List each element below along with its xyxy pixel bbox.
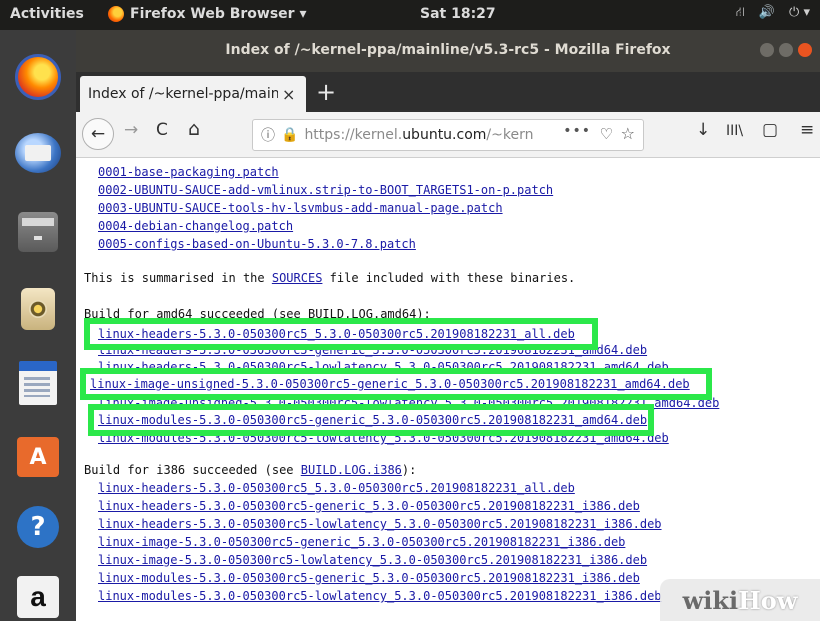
dock-files[interactable]	[13, 207, 63, 257]
tab-active[interactable]: Index of /~kernel-ppa/mainline/v5.3-rc5 …	[80, 76, 306, 112]
power-icon[interactable]: ⏻ ▾	[789, 5, 810, 22]
thunderbird-icon	[15, 133, 61, 173]
libreoffice-writer-icon	[19, 361, 57, 405]
i386-header: Build for i386 succeeded (see BUILD.LOG.…	[84, 463, 417, 477]
close-window-button[interactable]	[798, 43, 812, 57]
menu-icon[interactable]: ≡	[800, 120, 814, 140]
patch-link[interactable]: 0005-configs-based-on-Ubuntu-5.3.0-7.8.p…	[98, 236, 416, 254]
app-menu[interactable]: Firefox Web Browser ▾	[108, 6, 306, 22]
patch-link[interactable]: 0001-base-packaging.patch	[98, 164, 279, 182]
dock-writer[interactable]	[13, 358, 63, 408]
dock-rhythmbox[interactable]	[13, 284, 63, 334]
patch-link[interactable]: 0004-debian-changelog.patch	[98, 218, 293, 236]
window-controls	[760, 43, 812, 57]
highlight-box: linux-modules-5.3.0-050300rc5-generic_5.…	[88, 404, 654, 436]
app-menu-label: Firefox Web Browser ▾	[130, 6, 307, 22]
dock-amazon[interactable]: a	[13, 572, 63, 621]
dock-firefox[interactable]	[13, 52, 63, 102]
i386-file-link[interactable]: linux-headers-5.3.0-050300rc5_5.3.0-0503…	[98, 480, 575, 498]
minimize-button[interactable]	[760, 43, 774, 57]
i386-file-link[interactable]: linux-modules-5.3.0-050300rc5-generic_5.…	[98, 570, 640, 588]
reload-button[interactable]: C	[156, 120, 168, 140]
url-bar[interactable]: ⓘ 🔒 https://kernel.ubuntu.com/~kern ••• …	[252, 119, 644, 151]
build-log-i386-link[interactable]: BUILD.LOG.i386	[301, 463, 402, 477]
patch-link[interactable]: 0003-UBUNTU-SAUCE-tools-hv-lsvmbus-add-m…	[98, 200, 503, 218]
library-icon[interactable]: III\	[726, 123, 743, 139]
tab-strip: Index of /~kernel-ppa/mainline/v5.3-rc5 …	[76, 72, 820, 112]
tab-close-icon[interactable]: ×	[282, 85, 295, 104]
clock[interactable]: Sat 18:27	[420, 6, 496, 22]
pocket-icon[interactable]: ♡	[600, 125, 613, 143]
volume-icon[interactable]: 🔊	[759, 5, 775, 22]
dock-software[interactable]: A	[13, 432, 63, 482]
firefox-small-icon	[108, 6, 124, 22]
ubuntu-software-icon: A	[17, 437, 59, 477]
downloads-icon[interactable]: ↓	[696, 120, 710, 140]
lock-icon: 🔒	[281, 127, 299, 143]
i386-file-link[interactable]: linux-image-5.3.0-050300rc5-lowlatency_5…	[98, 552, 647, 570]
i386-file-link[interactable]: linux-headers-5.3.0-050300rc5-lowlatency…	[98, 516, 662, 534]
network-icon[interactable]: ⛙	[736, 5, 745, 22]
dock-thunderbird[interactable]	[13, 128, 63, 178]
bookmark-star-icon[interactable]: ☆	[621, 124, 635, 143]
navigation-toolbar: ← → C ⌂ ⓘ 🔒 https://kernel.ubuntu.com/~k…	[76, 112, 820, 158]
activities-button[interactable]: Activities	[10, 6, 84, 22]
tab-title: Index of /~kernel-ppa/mainline/v5.3-rc5	[88, 86, 278, 102]
patch-link[interactable]: 0002-UBUNTU-SAUCE-add-vmlinux.strip-to-B…	[98, 182, 553, 200]
amd64-image-unsigned-generic-link[interactable]: linux-image-unsigned-5.3.0-050300rc5-gen…	[86, 374, 706, 394]
amazon-icon: a	[17, 576, 59, 618]
ubuntu-dock: A ? a	[0, 30, 76, 621]
gnome-top-bar: Activities Firefox Web Browser ▾ Sat 18:…	[0, 0, 820, 30]
dock-help[interactable]: ?	[13, 502, 63, 552]
i386-file-link[interactable]: linux-image-5.3.0-050300rc5-generic_5.3.…	[98, 534, 625, 552]
help-icon: ?	[17, 506, 59, 548]
site-info-icon[interactable]: ⓘ	[261, 125, 275, 145]
window-title-bar: Index of /~kernel-ppa/mainline/v5.3-rc5 …	[76, 30, 820, 72]
sources-link[interactable]: SOURCES	[272, 271, 323, 285]
page-actions-icon[interactable]: •••	[563, 123, 591, 139]
i386-file-link[interactable]: linux-headers-5.3.0-050300rc5-generic_5.…	[98, 498, 640, 516]
i386-file-link[interactable]: linux-modules-5.3.0-050300rc5-lowlatency…	[98, 588, 662, 606]
forward-button[interactable]: →	[124, 120, 138, 140]
system-tray[interactable]: ⛙ 🔊 ⏻ ▾	[736, 5, 810, 22]
amd64-headers-all-link[interactable]: linux-headers-5.3.0-050300rc5_5.3.0-0503…	[90, 324, 592, 344]
firefox-icon	[15, 54, 61, 100]
sidebar-icon[interactable]: ▢	[762, 120, 778, 140]
sources-summary: This is summarised in the SOURCES file i…	[84, 271, 576, 285]
files-icon	[18, 212, 58, 252]
new-tab-button[interactable]: +	[316, 78, 336, 106]
highlight-box: linux-image-unsigned-5.3.0-050300rc5-gen…	[80, 368, 712, 400]
home-button[interactable]: ⌂	[188, 118, 200, 140]
page-content: 0001-base-packaging.patch 0002-UBUNTU-SA…	[76, 158, 820, 621]
wikihow-watermark: wiki How	[660, 579, 820, 621]
rhythmbox-icon	[21, 288, 55, 330]
highlight-box: linux-headers-5.3.0-050300rc5_5.3.0-0503…	[84, 318, 598, 350]
amd64-modules-generic-link[interactable]: linux-modules-5.3.0-050300rc5-generic_5.…	[94, 410, 648, 430]
back-button[interactable]: ←	[82, 118, 114, 150]
url-text: https://kernel.ubuntu.com/~kern	[304, 127, 534, 143]
maximize-button[interactable]	[779, 43, 793, 57]
window-title: Index of /~kernel-ppa/mainline/v5.3-rc5 …	[225, 42, 671, 58]
